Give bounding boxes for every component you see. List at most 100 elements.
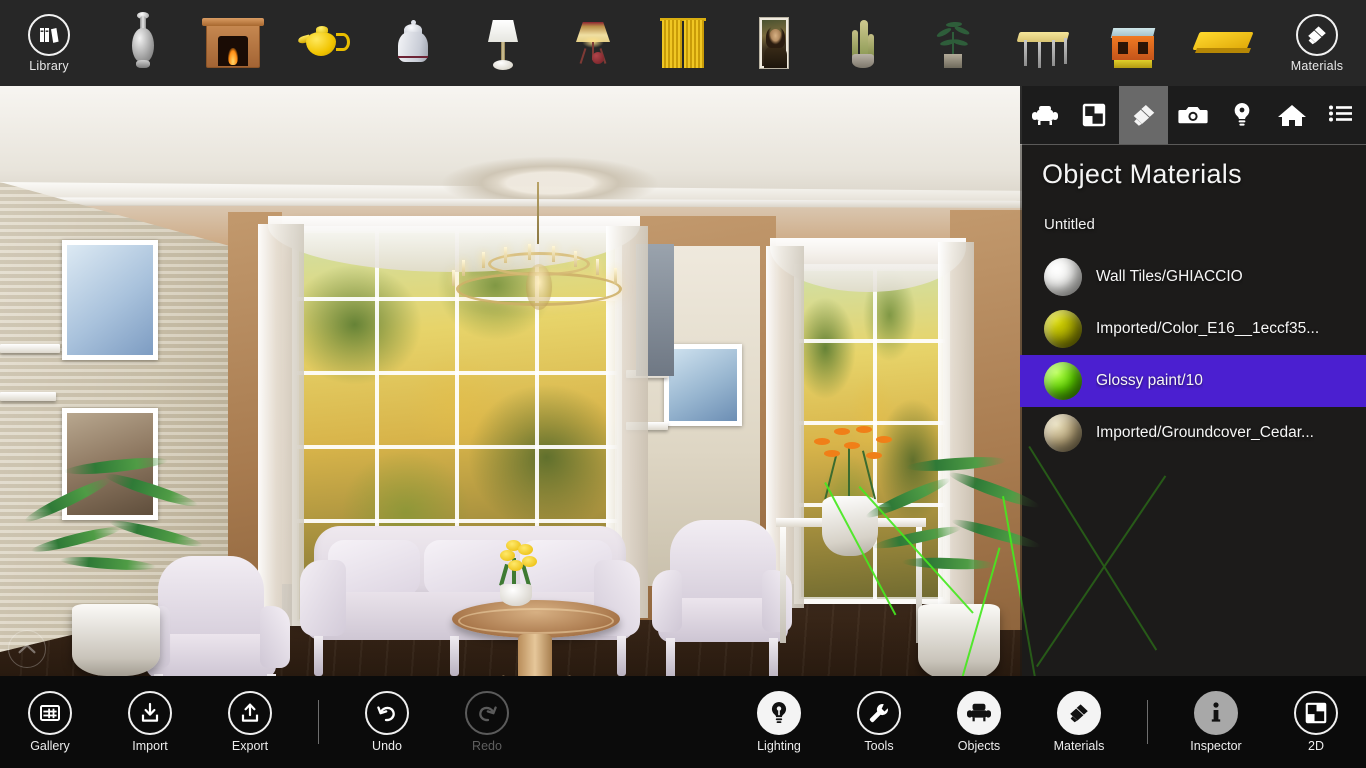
- thumbnail-fireplace[interactable]: [188, 0, 278, 86]
- plant-left[interactable]: [16, 450, 216, 676]
- lighting-label: Lighting: [757, 739, 801, 753]
- paintbrush-icon: [1133, 104, 1154, 126]
- thumbnail-silver-vase[interactable]: [98, 0, 188, 86]
- import-button[interactable]: Import: [100, 676, 200, 768]
- table-lamp-icon: [472, 10, 534, 76]
- potted-plant-icon: [922, 10, 984, 76]
- floorplan-icon: [1294, 691, 1338, 735]
- orange-stool-icon: [1102, 10, 1164, 76]
- panel-tab-objects[interactable]: [1020, 86, 1069, 144]
- paintbrush-icon: [1057, 691, 1101, 735]
- redo-arrow-icon: [465, 691, 509, 735]
- redo-label: Redo: [472, 739, 502, 753]
- undo-button[interactable]: Undo: [337, 676, 437, 768]
- thumbnail-yellow-teapot[interactable]: [278, 0, 368, 86]
- panel-title: Object Materials: [1042, 159, 1242, 189]
- thumbnail-cactus-plant[interactable]: [818, 0, 908, 86]
- material-row[interactable]: Wall Tiles/GHIACCIO: [1020, 251, 1366, 303]
- coffee-table[interactable]: [452, 590, 620, 676]
- panel-tab-materials[interactable]: [1118, 86, 1169, 144]
- armchair-icon: [1031, 106, 1058, 125]
- app-root: Library Materials Object Materials Untit…: [0, 0, 1366, 768]
- panel-tab-floorplan[interactable]: [1069, 86, 1118, 144]
- fireplace-icon: [202, 10, 264, 76]
- 2d-button[interactable]: 2D: [1266, 676, 1366, 768]
- upload-icon: [228, 691, 272, 735]
- thumbnail-floor-lamp[interactable]: [548, 0, 638, 86]
- panel-body: Object Materials Untitled Wall Tiles/GHI…: [1020, 144, 1366, 676]
- plant-pot-right: [918, 604, 1000, 676]
- material-sphere: [1044, 414, 1082, 452]
- yellow-board-icon: [1192, 10, 1254, 76]
- tools-button[interactable]: Tools: [829, 676, 929, 768]
- camera-icon: [1178, 107, 1208, 124]
- thumbnail-framed-painting[interactable]: [728, 0, 818, 86]
- floorplan-icon: [1082, 103, 1106, 127]
- lighting-button[interactable]: Lighting: [729, 676, 829, 768]
- 2d-label: 2D: [1308, 739, 1324, 753]
- import-label: Import: [132, 739, 168, 753]
- redo-button[interactable]: Redo: [437, 676, 537, 768]
- material-list: Wall Tiles/GHIACCIO Imported/Color_E16__…: [1020, 251, 1366, 459]
- wall-shelf-lower: [0, 392, 56, 401]
- thumbnail-yellow-table[interactable]: [998, 0, 1088, 86]
- plant-pot-left: [72, 604, 160, 676]
- thumbnail-orange-stool[interactable]: [1088, 0, 1178, 86]
- materials-toolbar-button[interactable]: Materials: [1268, 0, 1366, 86]
- panel-tab-home[interactable]: [1267, 86, 1316, 144]
- info-icon: [1194, 691, 1238, 735]
- home-icon: [1277, 105, 1306, 126]
- material-sphere: [1044, 258, 1082, 296]
- tools-label: Tools: [864, 739, 894, 753]
- lightbulb-icon: [1234, 103, 1250, 126]
- chandelier-chain: [537, 182, 539, 244]
- armchair-right[interactable]: [652, 520, 792, 676]
- silver-vase-icon: [112, 10, 174, 76]
- objects-button[interactable]: Objects: [929, 676, 1029, 768]
- thumbnail-potted-plant[interactable]: [908, 0, 998, 86]
- undo-arrow-icon: [365, 691, 409, 735]
- inspector-label: Inspector: [1190, 739, 1242, 753]
- export-button[interactable]: Export: [200, 676, 300, 768]
- yellow-curtains-icon: [652, 10, 714, 76]
- materials-button[interactable]: Materials: [1029, 676, 1129, 768]
- material-sphere: [1044, 362, 1082, 400]
- file-actions-group: Gallery Import Export: [0, 676, 300, 768]
- white-pitcher-icon: [382, 10, 444, 76]
- material-row-selected[interactable]: Glossy paint/10: [1020, 355, 1366, 407]
- library-button[interactable]: Library: [0, 0, 98, 86]
- library-label: Library: [29, 58, 69, 73]
- lightbulb-icon: [757, 691, 801, 735]
- inspector-button[interactable]: Inspector: [1166, 676, 1266, 768]
- collapse-panel-button[interactable]: [8, 630, 46, 668]
- floor-lamp-icon: [562, 10, 624, 76]
- right-group: Inspector 2D: [1166, 676, 1366, 768]
- panel-tab-camera[interactable]: [1168, 86, 1217, 144]
- center-wall-art: [664, 344, 742, 426]
- material-sphere: [1044, 310, 1082, 348]
- panel-tab-lighting[interactable]: [1218, 86, 1267, 144]
- thumbnail-white-pitcher[interactable]: [368, 0, 458, 86]
- toolbar-divider-2: [1147, 700, 1148, 744]
- panel-tab-list[interactable]: [1317, 86, 1366, 144]
- thumbnail-table-lamp[interactable]: [458, 0, 548, 86]
- gallery-label: Gallery: [30, 739, 70, 753]
- material-name: Glossy paint/10: [1096, 372, 1203, 389]
- panel-tab-bar: [1020, 86, 1366, 144]
- wall-shelf-upper: [0, 344, 60, 353]
- object-materials-panel: Object Materials Untitled Wall Tiles/GHI…: [1020, 86, 1366, 676]
- yellow-teapot-icon: [292, 10, 354, 76]
- material-row[interactable]: Imported/Groundcover_Cedar...: [1020, 407, 1366, 459]
- material-name: Wall Tiles/GHIACCIO: [1096, 268, 1243, 285]
- list-icon: [1329, 105, 1353, 122]
- bottom-toolbar: Gallery Import Export Undo Redo Lighting…: [0, 676, 1366, 768]
- thumbnail-yellow-curtains[interactable]: [638, 0, 728, 86]
- gallery-button[interactable]: Gallery: [0, 676, 100, 768]
- material-row[interactable]: Imported/Color_E16__1eccf35...: [1020, 303, 1366, 355]
- thumbnail-yellow-board[interactable]: [1178, 0, 1268, 86]
- export-label: Export: [231, 739, 269, 753]
- yellow-flowers: [482, 538, 548, 606]
- objects-label: Objects: [957, 739, 1001, 753]
- toolbar-divider-1: [318, 700, 319, 744]
- materials-toolbar-label: Materials: [1290, 58, 1344, 73]
